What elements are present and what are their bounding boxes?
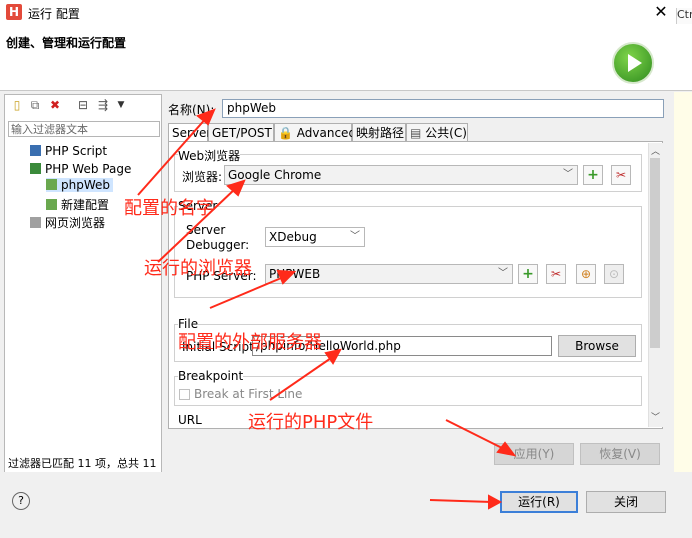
- configure-server-icon[interactable]: ✂: [546, 264, 566, 284]
- window-title: 运行 配置: [28, 7, 80, 21]
- close-icon[interactable]: ✕: [652, 2, 670, 21]
- delete-icon[interactable]: ✖: [48, 98, 62, 112]
- tab-common[interactable]: ▤ 公共(C): [406, 123, 468, 141]
- server-group: [174, 206, 642, 298]
- tab-path-mapping[interactable]: 映射路径: [352, 123, 406, 141]
- app-logo-icon: H: [6, 4, 22, 20]
- scrollbar-thumb[interactable]: [650, 158, 660, 348]
- url-group-label: URL: [178, 413, 202, 427]
- title-bar: [0, 0, 692, 24]
- browser-select[interactable]: Google Chrome ﹀: [224, 165, 578, 185]
- breakpoint-group-label: Breakpoint: [178, 369, 244, 383]
- new-config-icon[interactable]: ▯: [10, 98, 24, 112]
- scroll-up-icon[interactable]: ︿: [651, 144, 660, 157]
- php-server-select[interactable]: PHPWEB ﹀: [265, 264, 513, 284]
- server-settings-icon[interactable]: ⊕: [576, 264, 596, 284]
- help-icon[interactable]: ?: [12, 492, 30, 510]
- browse-button[interactable]: Browse: [558, 335, 636, 357]
- collapse-all-icon[interactable]: ⊟: [76, 98, 90, 112]
- add-browser-button[interactable]: +: [583, 165, 603, 185]
- filter-input[interactable]: 输入过滤器文本: [8, 121, 160, 137]
- tab-server[interactable]: Server: [168, 123, 211, 142]
- page-title: 创建、管理和运行配置: [6, 36, 127, 50]
- launch-config-icon: [46, 199, 57, 210]
- chevron-down-icon: ﹀: [350, 231, 360, 242]
- tab-get-post[interactable]: GET/POST: [208, 123, 274, 141]
- name-label: 名称(N):: [168, 103, 215, 117]
- tree-item-php-web-page[interactable]: PHP Web Page: [30, 162, 131, 176]
- scroll-down-icon[interactable]: ﹀: [651, 410, 660, 423]
- chevron-down-icon: ﹀: [498, 268, 508, 279]
- background-strip: [674, 92, 692, 482]
- php-web-page-icon: [30, 163, 41, 174]
- annotation-file: 运行的PHP文件: [248, 412, 374, 433]
- lock-icon: 🔒: [278, 126, 293, 140]
- apply-button[interactable]: 应用(Y): [494, 443, 574, 465]
- filter-menu-chevron-down-icon[interactable]: ▼: [114, 98, 128, 112]
- annotation-browser: 运行的浏览器: [144, 258, 252, 279]
- filter-icon[interactable]: ⇶: [96, 98, 110, 112]
- configure-browser-icon[interactable]: ✂: [611, 165, 631, 185]
- tab-advanced[interactable]: 🔒 Advanced: [274, 123, 356, 141]
- close-button[interactable]: 关闭: [586, 491, 666, 513]
- run-logo-icon: [612, 42, 654, 84]
- break-first-line-checkbox[interactable]: [179, 389, 190, 400]
- common-tab-icon: ▤: [410, 126, 422, 140]
- tree-item-phpweb[interactable]: phpWeb: [46, 178, 114, 192]
- break-first-line-label: Break at First Line: [194, 387, 303, 401]
- launch-config-icon: [46, 179, 57, 190]
- web-browser-group-label: Web浏览器: [178, 147, 241, 164]
- browser-label: 浏览器:: [182, 170, 223, 184]
- tree-item-web-browser[interactable]: 网页浏览器: [30, 214, 105, 231]
- chevron-down-icon: ﹀: [563, 169, 573, 180]
- filter-status: 过滤器已匹配 11 项，总共 11: [8, 457, 157, 470]
- server-debugger-label-1: Server: [186, 223, 226, 237]
- add-server-button[interactable]: +: [518, 264, 538, 284]
- debugger-select[interactable]: XDebug ﹀: [265, 227, 365, 247]
- server-disabled-icon[interactable]: ⊙: [604, 264, 624, 284]
- tree-item-new-config[interactable]: 新建配置: [46, 196, 109, 213]
- php-script-icon: [30, 145, 41, 156]
- web-browser-icon: [30, 217, 41, 228]
- annotation-server: 配置的外部服务器: [178, 332, 322, 353]
- tree-item-php-script[interactable]: PHP Script: [30, 144, 107, 158]
- duplicate-icon[interactable]: ⧉: [28, 98, 42, 112]
- server-debugger-label-2: Debugger:: [186, 238, 250, 252]
- run-button[interactable]: 运行(R): [500, 491, 578, 513]
- revert-button[interactable]: 恢复(V): [580, 443, 660, 465]
- annotation-name: 配置的名字: [124, 198, 214, 219]
- name-input[interactable]: phpWeb: [222, 99, 664, 118]
